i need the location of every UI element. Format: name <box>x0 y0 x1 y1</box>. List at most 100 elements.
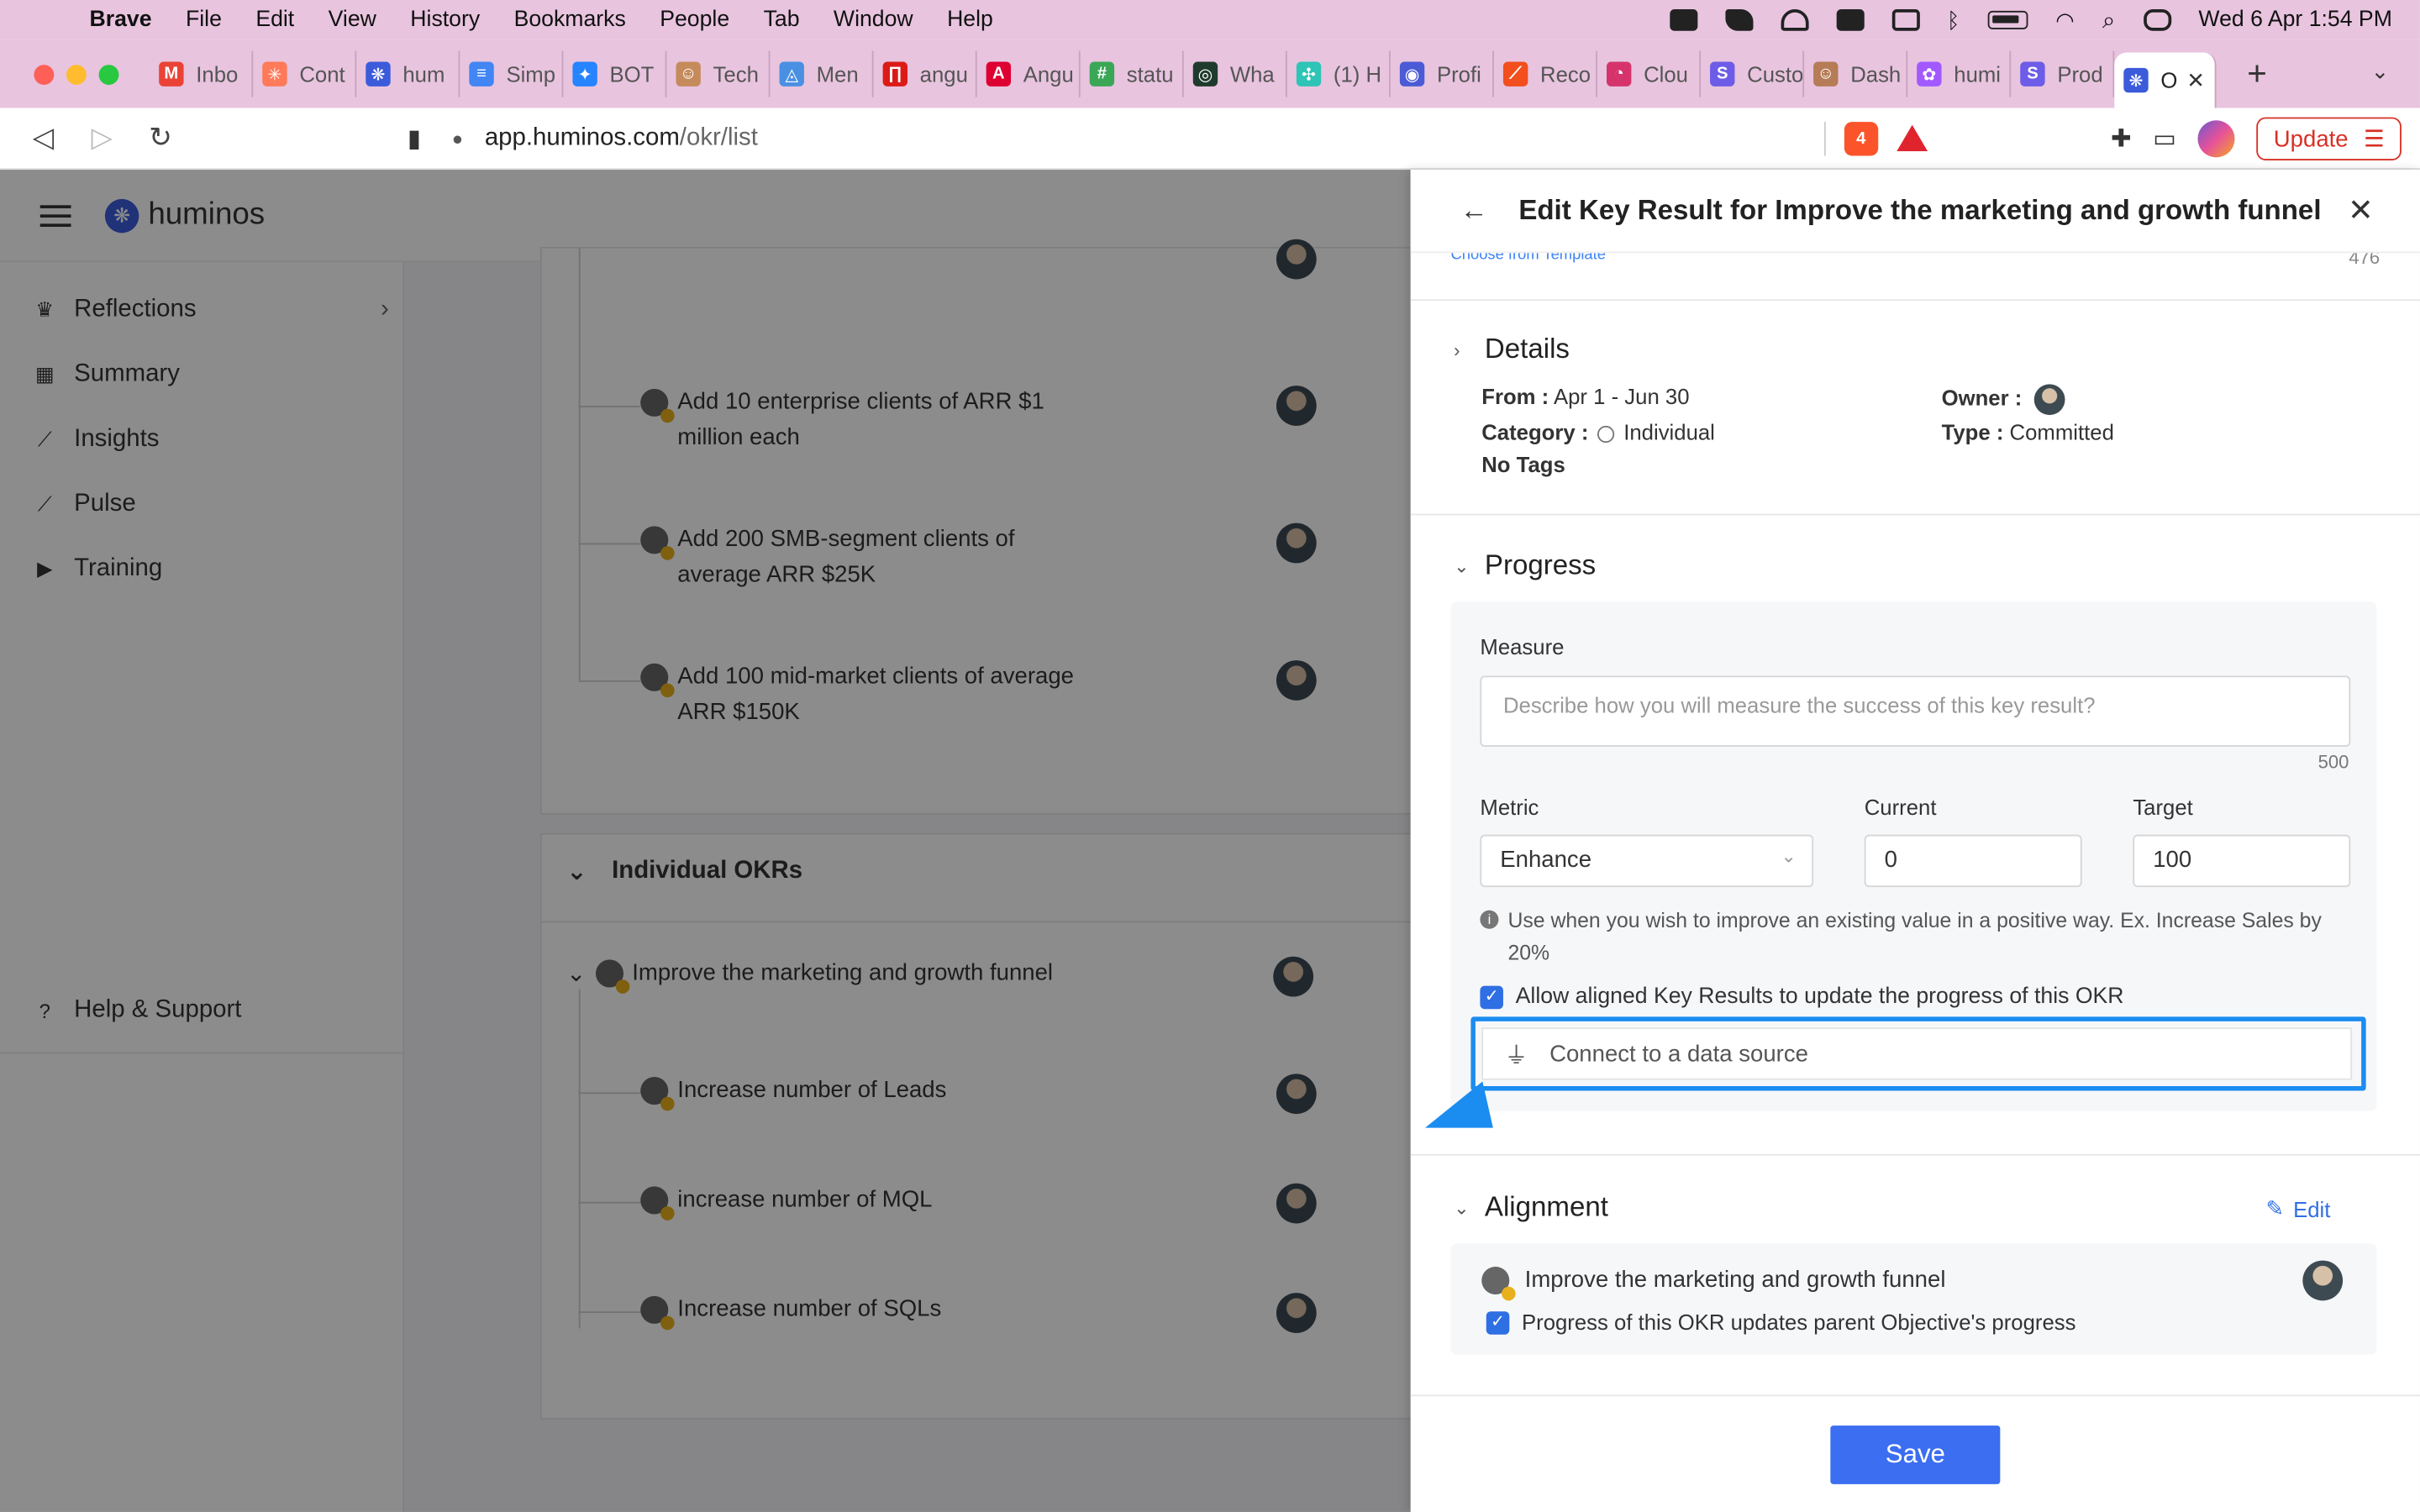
tab-dash[interactable]: ☺ Dash <box>1804 50 1908 97</box>
progress-section-header[interactable]: ⌄ Progress <box>1454 549 1596 582</box>
avatar[interactable] <box>2302 1260 2344 1301</box>
measure-label: Measure <box>1480 633 1565 659</box>
battery-icon[interactable] <box>1987 10 2028 29</box>
fast-forward-icon[interactable] <box>1724 9 1753 31</box>
menu-history[interactable]: History <box>410 8 480 32</box>
macos-menu-bar: Brave File Edit View History Bookmarks P… <box>0 0 2420 40</box>
menu-people[interactable]: People <box>660 8 729 32</box>
tab-1-h[interactable]: ✣ (1) H <box>1287 50 1391 97</box>
menu-edit[interactable]: Edit <box>255 8 294 32</box>
maximize-window-button[interactable] <box>98 64 119 85</box>
close-icon[interactable]: ✕ <box>2348 192 2374 230</box>
brave-shields-icon[interactable]: 4 <box>1844 121 1878 155</box>
metric-select[interactable]: Enhance ⌄ <box>1480 834 1814 888</box>
menu-tab[interactable]: Tab <box>764 8 800 32</box>
menu-file[interactable]: File <box>186 8 222 32</box>
bookmark-icon[interactable]: ▮ <box>408 123 421 154</box>
minimize-window-button[interactable] <box>66 64 87 85</box>
tab-hum[interactable]: ❋ hum <box>356 50 460 97</box>
tab-tech[interactable]: ☺ Tech <box>666 50 771 97</box>
details-section-header[interactable]: › Details <box>1454 333 1570 366</box>
tab-inbo[interactable]: M Inbo <box>150 50 254 97</box>
tab-cont[interactable]: ✳ Cont <box>253 50 357 97</box>
menu-help[interactable]: Help <box>947 8 993 32</box>
current-value-input[interactable]: 0 <box>1864 834 2082 888</box>
tab-label: Cont <box>299 61 345 87</box>
menu-clock[interactable]: Wed 6 Apr 1:54 PM <box>2198 8 2391 32</box>
modal-backdrop[interactable] <box>0 170 1411 1512</box>
target-label: Target <box>2133 794 2193 820</box>
tab-clou[interactable]: ◔ Clou <box>1597 50 1702 97</box>
tab-statu[interactable]: # statu <box>1081 50 1184 97</box>
tab-reco[interactable]: ⟋ Reco <box>1494 50 1597 97</box>
brave-rewards-icon[interactable] <box>1896 124 1928 151</box>
tab-label: Tech <box>713 61 759 87</box>
alignment-section-header[interactable]: ⌄ Alignment <box>1454 1191 1608 1224</box>
screen-recorder-icon[interactable] <box>1669 9 1697 31</box>
address-toolbar: ◁ ▷ ↻ ▮ ● app.huminos.com /okr/list 4 ✚ … <box>0 108 2420 171</box>
new-tab-button[interactable]: + <box>2247 54 2267 94</box>
close-window-button[interactable] <box>34 64 55 85</box>
control-center-icon[interactable] <box>2143 9 2171 31</box>
extensions-icon[interactable]: ✚ <box>2111 123 2132 155</box>
tab-label: angu <box>919 61 968 87</box>
menu-bookmarks[interactable]: Bookmarks <box>514 8 626 32</box>
tab-bot[interactable]: ✦ BOT <box>563 50 667 97</box>
update-button[interactable]: Update ☰ <box>2256 117 2402 161</box>
tab-humi[interactable]: ✿ humi <box>1907 50 2012 97</box>
edit-alignment-link[interactable]: ✎ Edit <box>2266 1195 2331 1221</box>
connect-label: Connect to a data source <box>1549 1040 1808 1068</box>
url-bar[interactable]: ● app.huminos.com /okr/list <box>452 121 1826 155</box>
updates-parent-checkbox[interactable]: ✓ Progress of this OKR updates parent Ob… <box>1486 1310 2076 1335</box>
wifi-icon[interactable]: ◠ <box>2055 7 2074 33</box>
keyboard-icon[interactable] <box>1891 9 1919 31</box>
pencil-icon: ✎ <box>2265 1195 2285 1221</box>
tab-favicon-icon: ✳ <box>262 61 287 87</box>
tab-label: Simp <box>506 61 556 87</box>
close-tab-icon[interactable]: ✕ <box>2186 67 2205 93</box>
connect-data-source-button[interactable]: ⏚ Connect to a data source <box>1481 1027 2353 1080</box>
reload-button[interactable]: ↻ <box>145 122 176 155</box>
headphones-icon[interactable] <box>1780 9 1808 31</box>
tab-angu[interactable]: A Angu <box>977 50 1081 97</box>
allow-aligned-checkbox[interactable]: ✓ Allow aligned Key Results to update th… <box>1480 984 2124 1009</box>
tab-prod[interactable]: S Prod <box>2011 50 2115 97</box>
parent-objective[interactable]: Improve the marketing and growth funnel <box>1481 1262 1945 1301</box>
back-arrow-icon[interactable]: ← <box>1460 194 1488 227</box>
tab-angu[interactable]: ∏ angu <box>874 50 977 97</box>
checkmark-icon[interactable]: ✓ <box>1486 1310 1510 1334</box>
checkmark-icon[interactable]: ✓ <box>1480 984 1503 1009</box>
from-value: Apr 1 - Jun 30 <box>1553 384 1690 409</box>
back-button[interactable]: ◁ <box>28 122 59 155</box>
wallet-icon[interactable]: ▭ <box>2153 123 2176 155</box>
tabs-container: M Inbo ✳ Cont ❋ hum ≡ Simp ✦ BOT ☺ Tech ◬ Men ∏ angu A An… <box>150 50 2115 97</box>
menu-app-name[interactable]: Brave <box>90 8 152 32</box>
target-value-input[interactable]: 100 <box>2133 834 2351 888</box>
tab-favicon-icon: ☺ <box>1813 61 1839 87</box>
tab-profi[interactable]: ◉ Profi <box>1391 50 1494 97</box>
profile-avatar[interactable] <box>2197 120 2235 158</box>
tab-favicon-icon: ◎ <box>1192 61 1218 87</box>
save-button[interactable]: Save <box>1830 1425 2001 1484</box>
tab-favicon-icon: # <box>1089 61 1115 87</box>
menu-view[interactable]: View <box>329 8 376 32</box>
owner-avatar[interactable] <box>2033 384 2065 416</box>
bluetooth-icon[interactable]: ᛒ <box>1947 8 1960 32</box>
tab-search-chevron-icon[interactable]: ⌄ <box>2371 59 2390 85</box>
tab-simp[interactable]: ≡ Simp <box>460 50 564 97</box>
measure-textarea[interactable]: Describe how you will measure the succes… <box>1480 675 2351 747</box>
chevron-right-icon: › <box>1454 339 1460 360</box>
tab-label: Custo <box>1747 61 1804 87</box>
tab-men[interactable]: ◬ Men <box>771 50 874 97</box>
tab-label: hum <box>402 61 445 87</box>
metric-label: Metric <box>1480 794 1539 820</box>
spotlight-search-icon[interactable]: ⌕ <box>2102 7 2115 33</box>
tab-wha[interactable]: ◎ Wha <box>1184 50 1287 97</box>
tab-label: Angu <box>1023 61 1074 87</box>
tab-active[interactable]: ❋ O ✕ <box>2114 52 2217 108</box>
forward-button[interactable]: ▷ <box>87 122 118 155</box>
tab-custo[interactable]: S Custo <box>1701 50 1805 97</box>
app-s-icon[interactable] <box>1835 9 1864 31</box>
menu-window[interactable]: Window <box>834 8 913 32</box>
person-icon <box>1597 425 1615 443</box>
